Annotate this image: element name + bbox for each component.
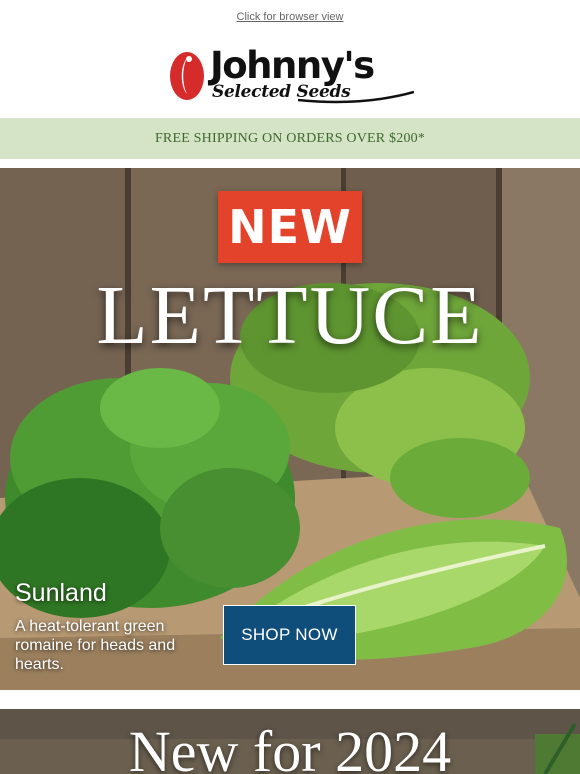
logo-name: Johnny's — [210, 44, 375, 87]
hero-title: LETTUCE — [96, 269, 484, 362]
new-for-2024-banner[interactable]: New for 2024 — [0, 709, 580, 774]
new-badge: NEW — [218, 191, 362, 263]
variety-name: Sunland — [15, 579, 107, 607]
new-lettuce-hero[interactable]: NEW LETTUCE Sunland A heat-tolerant gree… — [0, 168, 580, 690]
variety-description: A heat-tolerant green romaine for heads … — [15, 618, 176, 674]
shop-now-button[interactable]: SHOP NOW — [223, 605, 356, 665]
logo-swoosh-icon — [298, 90, 414, 104]
seed-logo-icon — [170, 52, 204, 100]
johnnys-logo[interactable]: Johnny's Selected Seeds — [168, 44, 418, 108]
free-shipping-text: FREE SHIPPING ON ORDERS OVER $200* — [154, 130, 426, 146]
section-title: New for 2024 — [128, 719, 452, 774]
free-shipping-banner[interactable]: FREE SHIPPING ON ORDERS OVER $200* — [0, 118, 580, 159]
browser-view-link[interactable]: Click for browser view — [0, 11, 580, 23]
